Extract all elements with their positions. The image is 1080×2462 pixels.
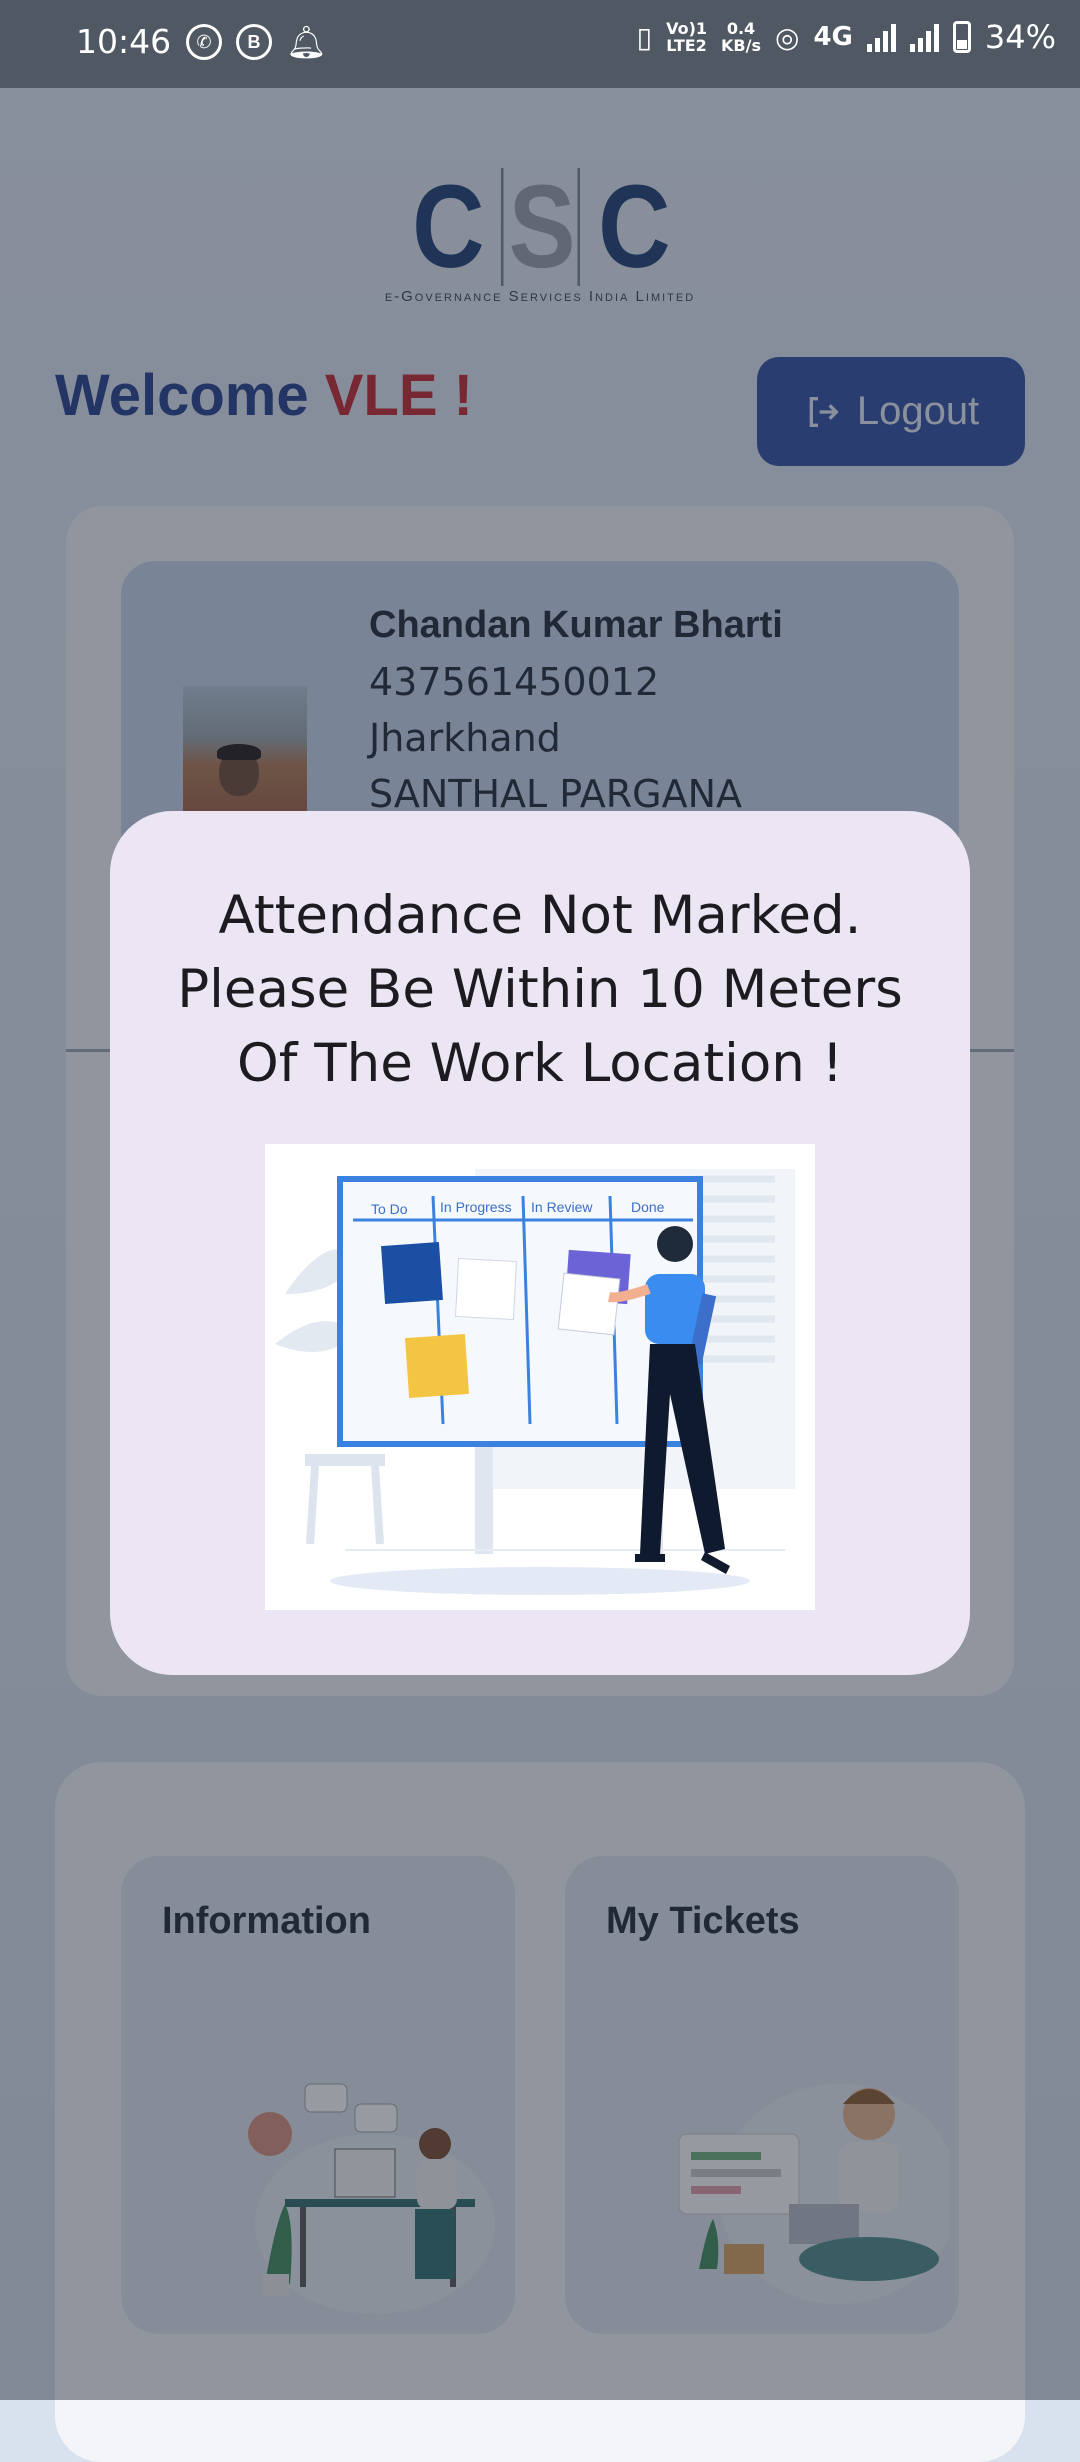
vibrate-icon: ▯: [636, 20, 653, 54]
business-icon: B: [236, 24, 272, 60]
signal-icon-2: [909, 22, 939, 52]
volte-indicator: Vo)1 LTE2: [666, 19, 708, 55]
status-bar: 10:46 ✆ B 🔔︎ ▯ Vo)1 LTE2 0.4 KB/s ◎ 4G 34…: [0, 0, 1080, 88]
dialog-message: Attendance Not Marked. Please Be Within …: [177, 885, 903, 1094]
column-label: Done: [631, 1199, 665, 1215]
column-label: In Review: [531, 1199, 593, 1215]
whatsapp-icon: ✆: [186, 24, 222, 60]
battery-percent: 34%: [984, 18, 1056, 56]
notification-bell-icon: 🔔︎: [286, 24, 327, 60]
kanban-board-art: To Do In Progress In Review Done: [275, 1169, 795, 1595]
status-time: 10:46: [76, 22, 172, 61]
signal-icon: [866, 22, 896, 52]
column-label: To Do: [371, 1201, 408, 1217]
kanban-illustration: To Do In Progress In Review Done: [265, 1144, 815, 1610]
hotspot-icon: ◎: [775, 20, 800, 54]
network-speed: 0.4 KB/s: [721, 19, 761, 55]
battery-icon: [952, 21, 971, 53]
network-type: 4G: [813, 22, 853, 52]
column-label: In Progress: [440, 1199, 512, 1215]
attendance-dialog: Attendance Not Marked. Please Be Within …: [110, 811, 970, 1675]
home-screen: 10:46 ✆ B 🔔︎ ▯ Vo)1 LTE2 0.4 KB/s ◎ 4G 34…: [0, 0, 1080, 2462]
